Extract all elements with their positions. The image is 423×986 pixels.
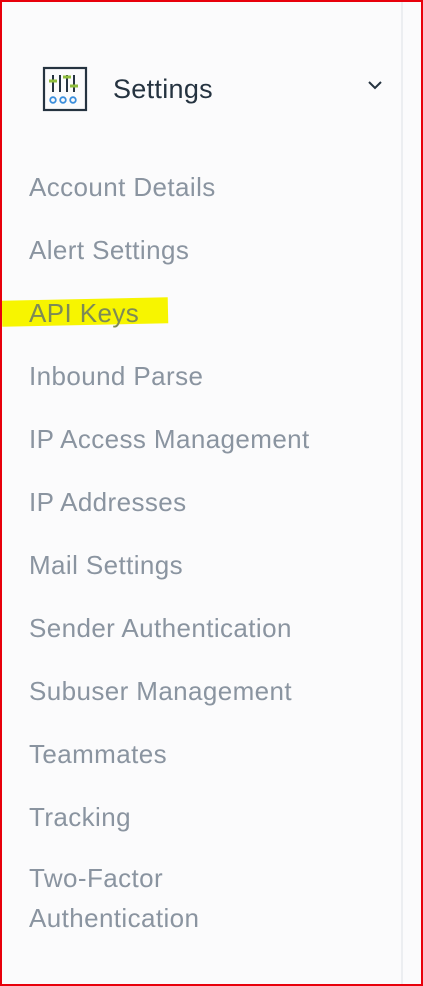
nav-item-sender-authentication[interactable]: Sender Authentication [29, 606, 389, 669]
nav-item-label: API Keys [29, 298, 140, 328]
chevron-down-icon[interactable] [366, 76, 384, 94]
sidebar-divider [401, 2, 403, 984]
settings-title: Settings [113, 73, 213, 104]
nav-item-label: Teammates [29, 739, 167, 769]
nav-item-two-factor-authentication[interactable]: Two-Factor Authentication [29, 858, 289, 938]
nav-item-label: Subuser Management [29, 676, 293, 706]
nav-item-label: Alert Settings [29, 235, 190, 265]
settings-sliders-icon [42, 66, 88, 112]
screenshot-frame: Settings Account Details Alert Settings … [0, 0, 423, 986]
settings-nav-list: Account Details Alert Settings API Keys … [29, 165, 389, 938]
nav-item-subuser-management[interactable]: Subuser Management [29, 669, 389, 732]
nav-item-label: IP Addresses [29, 487, 187, 517]
nav-item-label: IP Access Management [29, 424, 310, 454]
nav-item-alert-settings[interactable]: Alert Settings [29, 228, 389, 291]
nav-item-inbound-parse[interactable]: Inbound Parse [29, 354, 389, 417]
nav-item-tracking[interactable]: Tracking [29, 795, 389, 858]
nav-item-label: Tracking [29, 802, 131, 832]
nav-item-label: Sender Authentication [29, 613, 292, 643]
nav-item-label: Account Details [29, 172, 216, 202]
nav-item-label: Two-Factor Authentication [29, 863, 200, 933]
nav-item-ip-addresses[interactable]: IP Addresses [29, 480, 389, 543]
nav-item-label: Inbound Parse [29, 361, 204, 391]
nav-item-ip-access-management[interactable]: IP Access Management [29, 417, 389, 480]
settings-section-header[interactable]: Settings [42, 64, 390, 114]
nav-item-api-keys[interactable]: API Keys [29, 291, 389, 354]
nav-item-teammates[interactable]: Teammates [29, 732, 389, 795]
nav-item-label: Mail Settings [29, 550, 184, 580]
nav-item-account-details[interactable]: Account Details [29, 165, 389, 228]
nav-item-mail-settings[interactable]: Mail Settings [29, 543, 389, 606]
